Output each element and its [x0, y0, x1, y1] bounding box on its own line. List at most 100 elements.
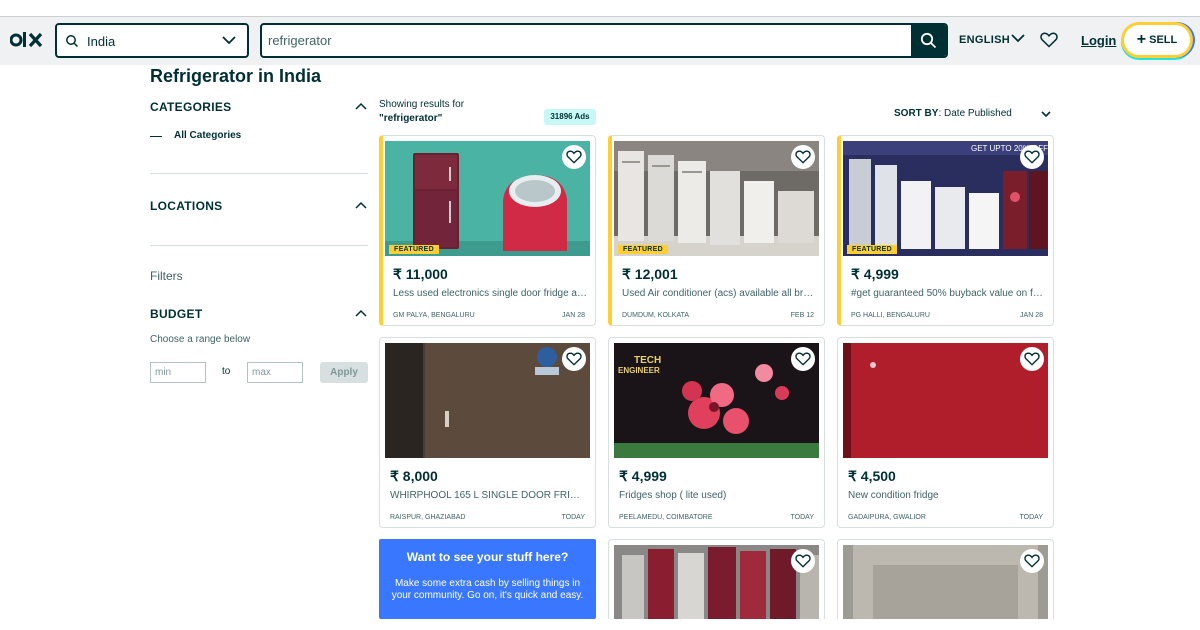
listing-card[interactable] [837, 539, 1054, 619]
listing-image: GET UPTO 20% OFF [843, 141, 1048, 256]
promo-heading: Want to see your stuff here? [406, 550, 569, 564]
listing-card[interactable]: FEATURED ₹ 11,000 Less used electronics … [379, 135, 596, 326]
budget-heading[interactable]: BUDGET [150, 307, 202, 321]
listing-date: TODAY [790, 514, 814, 521]
category-dash [150, 136, 162, 137]
heart-icon [795, 150, 811, 164]
search-icon [920, 32, 937, 49]
divider [150, 245, 368, 246]
listing-title: Used Air conditioner (acs) available all… [622, 288, 817, 299]
categories-heading[interactable]: CATEGORIES [150, 100, 231, 114]
listing-title: #get guaranteed 50% buyback value on fri… [851, 288, 1046, 299]
favorite-button[interactable] [562, 145, 586, 169]
sort-label: SORT BY [894, 108, 939, 119]
sort-select[interactable]: SORT BY: Date Published [894, 108, 1012, 119]
filters-label: Filters [150, 269, 183, 283]
ads-count-badge: 31896 Ads [544, 109, 596, 125]
heart-icon [1024, 554, 1040, 568]
language-select[interactable]: ENGLISH [959, 34, 1010, 46]
listing-date: FEB 12 [790, 312, 814, 319]
heart-icon[interactable] [1040, 32, 1058, 48]
location-value: India [87, 34, 116, 49]
heart-icon [566, 352, 582, 366]
listing-location: PG HALLI, BENGALURU [851, 312, 930, 319]
favorite-button[interactable] [791, 347, 815, 371]
budget-max-input[interactable] [247, 362, 303, 383]
search-input[interactable] [262, 25, 912, 56]
chevron-down-icon[interactable] [1040, 109, 1052, 119]
listing-image [614, 141, 819, 256]
sort-value: : Date Published [938, 108, 1012, 119]
listing-image [614, 545, 819, 619]
listing-price: ₹ 4,999 [851, 266, 899, 282]
location-select[interactable]: India [55, 23, 249, 58]
listing-location: PEELAMEDU, COIMBATORE [619, 514, 713, 521]
listing-card[interactable] [608, 539, 825, 619]
listing-price: ₹ 4,500 [848, 468, 896, 484]
favorite-button[interactable] [1020, 347, 1044, 371]
listing-card[interactable]: ₹ 8,000 WHIRPHOOL 165 L SINGLE DOOR FRID… [379, 337, 596, 528]
listing-price: ₹ 4,999 [619, 468, 667, 484]
heart-icon [795, 352, 811, 366]
showing-label: Showing results for [379, 99, 465, 110]
search-bar [260, 23, 948, 58]
featured-badge: FEATURED [389, 245, 439, 254]
heart-icon [795, 554, 811, 568]
chevron-up-icon[interactable] [354, 101, 368, 111]
locations-heading[interactable]: LOCATIONS [150, 199, 222, 213]
promo-text: Make some extra cash by selling things i… [391, 578, 584, 601]
listing-card[interactable]: TECH ENGINEER ₹ 4,999 Fridges shop ( lit… [608, 337, 825, 528]
favorite-button[interactable] [791, 145, 815, 169]
apply-button[interactable]: Apply [320, 362, 368, 383]
sell-label: SELL [1149, 34, 1178, 46]
image-text-tech: TECH [634, 355, 661, 366]
heart-icon [1024, 150, 1040, 164]
budget-min-input[interactable] [150, 362, 206, 383]
listing-image: TECH ENGINEER [614, 343, 819, 458]
chevron-up-icon[interactable] [354, 308, 368, 318]
featured-badge: FEATURED [618, 245, 668, 254]
listing-date: TODAY [1019, 514, 1043, 521]
heart-icon [566, 150, 582, 164]
listing-price: ₹ 8,000 [390, 468, 438, 484]
image-text-engineer: ENGINEER [618, 366, 660, 375]
divider [150, 173, 368, 174]
login-link[interactable]: Login [1081, 33, 1116, 48]
listing-card[interactable]: GET UPTO 20% OFF FEATURED ₹ 4,999 #get g… [837, 135, 1054, 326]
listing-card[interactable]: FEATURED ₹ 12,001 Used Air conditioner (… [608, 135, 825, 326]
listing-title: New condition fridge [848, 490, 939, 501]
listing-image [385, 343, 590, 458]
favorite-button[interactable] [1020, 549, 1044, 573]
featured-badge: FEATURED [847, 245, 897, 254]
budget-subtitle: Choose a range below [150, 334, 251, 345]
listing-title: Less used electronics single door fridge… [393, 288, 588, 299]
search-query: "refrigerator" [379, 113, 443, 124]
chevron-down-icon [222, 36, 236, 45]
search-icon [66, 35, 79, 48]
favorite-button[interactable] [791, 549, 815, 573]
favorite-button[interactable] [1020, 145, 1044, 169]
listing-location: GADAIPURA, GWALIOR [848, 514, 926, 521]
chevron-down-icon[interactable] [1010, 32, 1026, 44]
favorite-button[interactable] [562, 347, 586, 371]
chevron-up-icon[interactable] [354, 200, 368, 210]
listing-date: TODAY [561, 514, 585, 521]
listing-price: ₹ 12,001 [622, 266, 678, 282]
listing-title: WHIRPHOOL 165 L SINGLE DOOR FRIDGE [390, 490, 585, 501]
listing-location: GM PALYA, BENGALURU [393, 312, 475, 319]
range-separator: to [222, 366, 231, 377]
listing-image [843, 545, 1048, 619]
plus-icon: + [1136, 31, 1147, 48]
listing-card[interactable]: ₹ 4,500 New condition fridge GADAIPURA, … [837, 337, 1054, 528]
listing-date: JAN 28 [1020, 312, 1043, 319]
search-button[interactable] [911, 25, 946, 56]
listing-image [843, 343, 1048, 458]
sell-promo-banner[interactable]: Want to see your stuff here? Make some e… [379, 539, 596, 619]
results-summary: Showing results for "refrigerator" [379, 98, 464, 126]
page-title: Refrigerator in India [150, 66, 322, 86]
all-categories-link[interactable]: All Categories [174, 130, 241, 141]
listing-image [385, 141, 590, 256]
header: India ENGLISH Login + SELL [0, 17, 1200, 65]
olx-logo[interactable] [10, 29, 44, 51]
sell-button[interactable]: + SELL [1124, 25, 1190, 55]
